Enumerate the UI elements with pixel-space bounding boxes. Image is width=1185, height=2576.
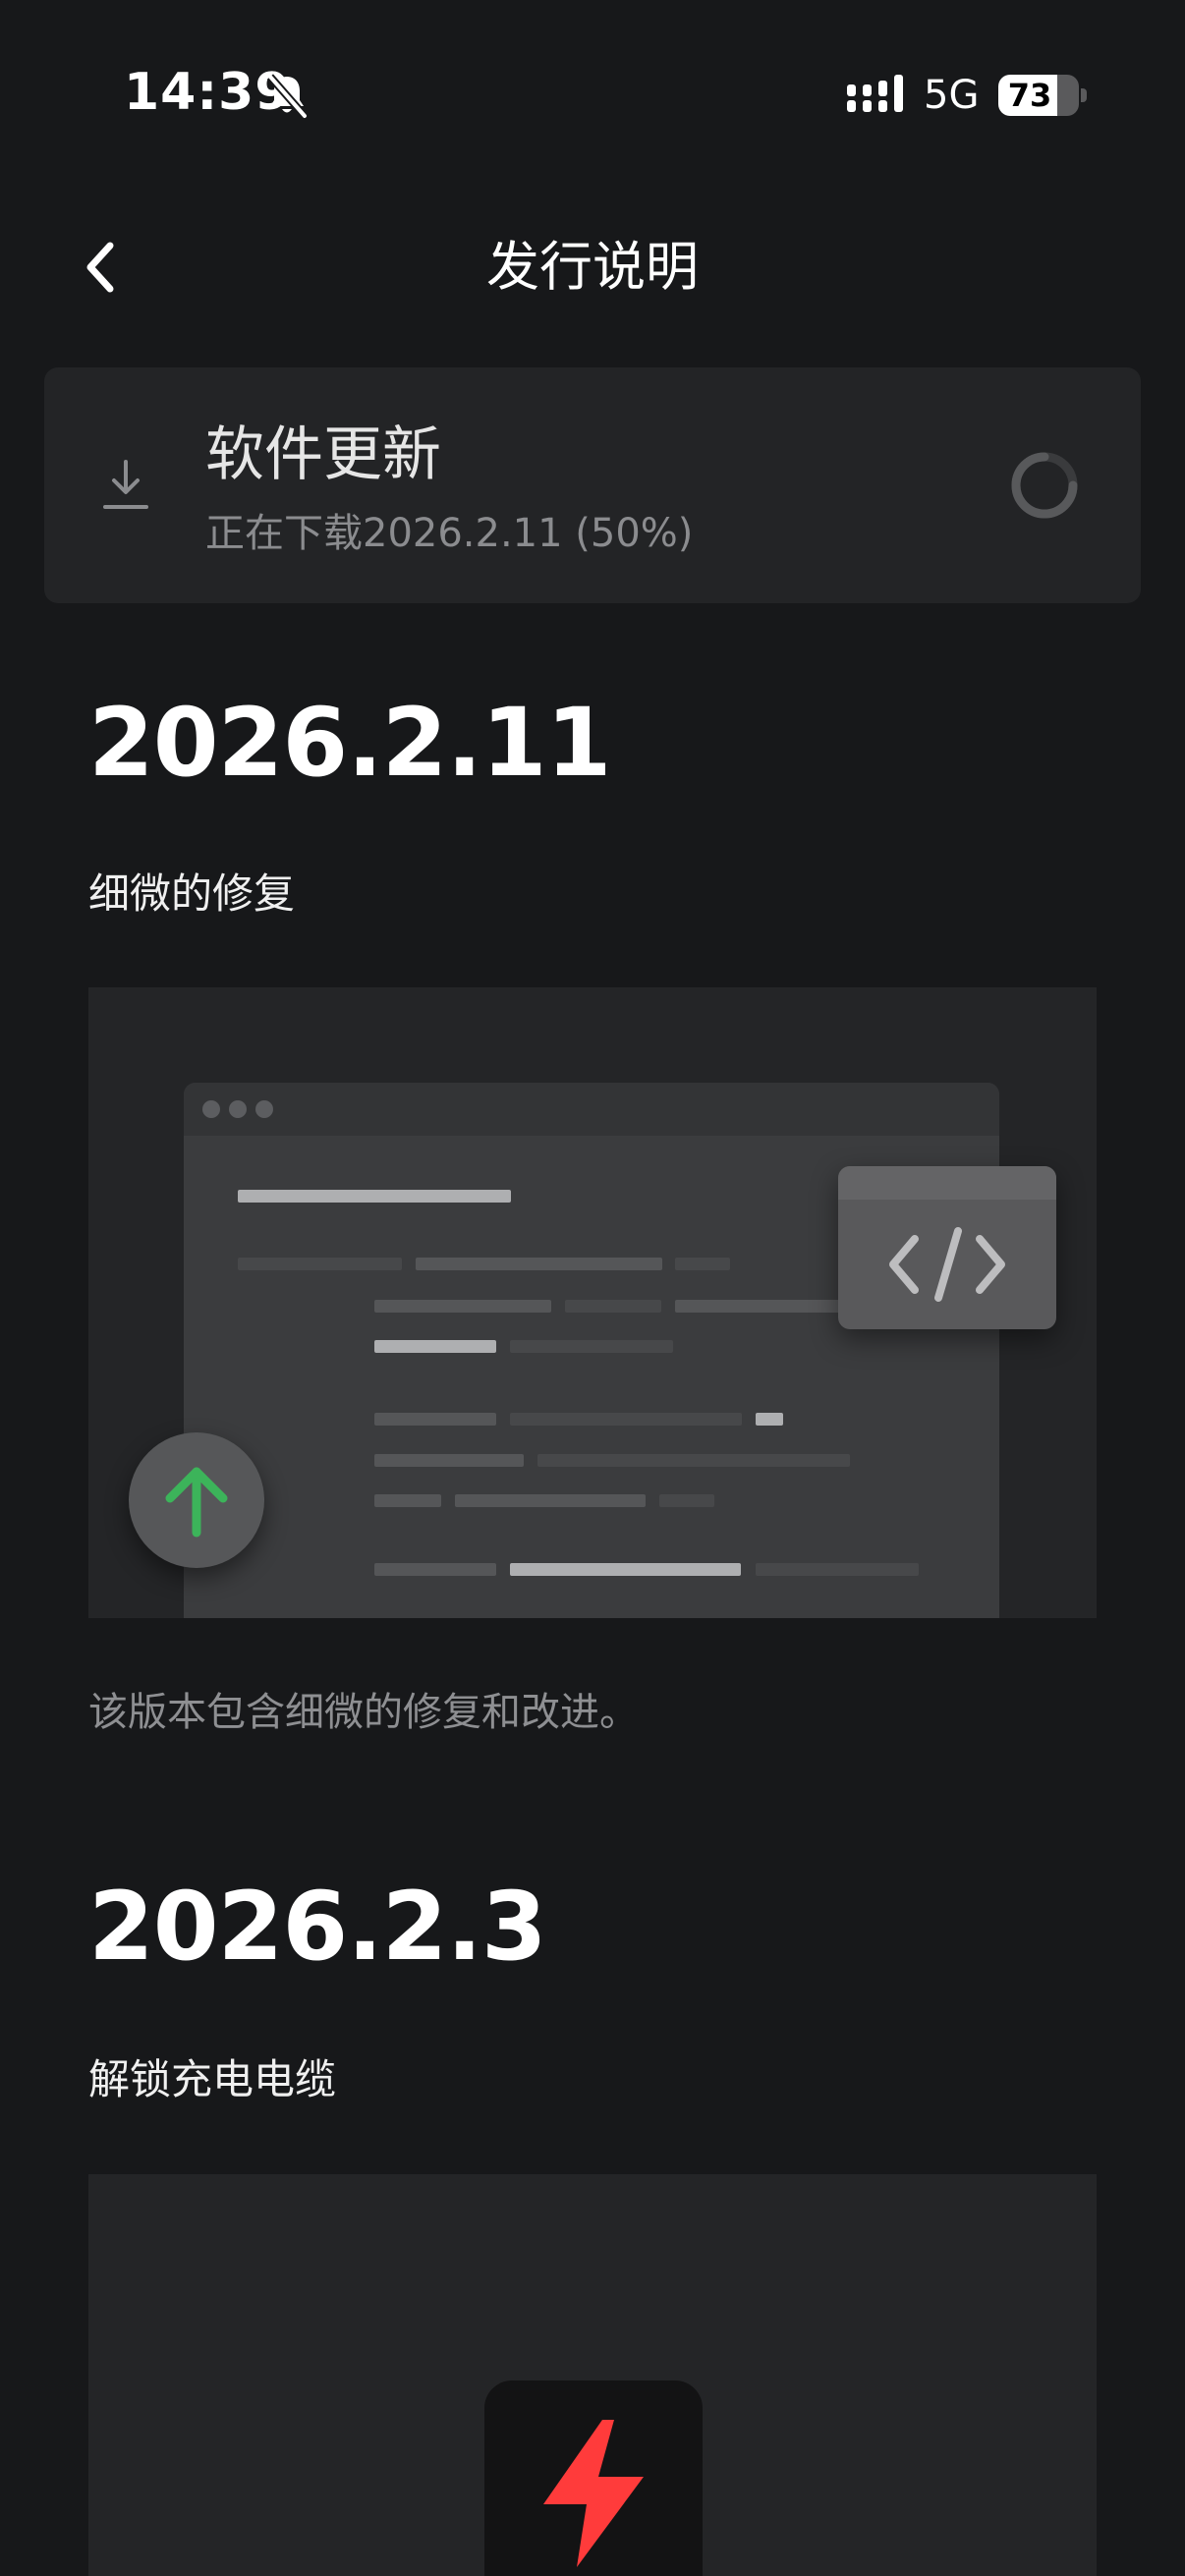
- placeholder-line: [374, 1454, 524, 1467]
- upload-arrow-icon: [165, 1467, 228, 1538]
- page-title: 发行说明: [486, 236, 699, 298]
- battery-indicator: 73: [998, 75, 1079, 116]
- placeholder-line: [756, 1413, 783, 1426]
- window-dot: [229, 1100, 247, 1118]
- upload-badge: [129, 1432, 264, 1568]
- loading-spinner-icon: [1011, 452, 1078, 519]
- window-dot: [255, 1100, 273, 1118]
- software-update-card[interactable]: 软件更新 正在下载2026.2.11 (50%): [44, 367, 1141, 603]
- placeholder-line: [416, 1258, 662, 1270]
- update-status: 正在下载2026.2.11 (50%): [205, 511, 694, 556]
- placeholder-line: [756, 1563, 919, 1576]
- network-type: 5G: [924, 73, 980, 118]
- window-titlebar: [184, 1083, 999, 1136]
- placeholder-line: [510, 1413, 742, 1426]
- release-illustration: [88, 987, 1097, 1618]
- release-subtitle: 解锁充电电缆: [88, 2055, 337, 2103]
- download-icon: [103, 460, 148, 509]
- charging-icon-tile: [484, 2380, 703, 2576]
- placeholder-line: [510, 1563, 741, 1576]
- lightning-bolt-icon: [543, 2420, 644, 2567]
- code-card-header: [838, 1166, 1056, 1200]
- cellular-signal-icon: [847, 75, 903, 112]
- placeholder-line: [510, 1340, 673, 1353]
- release-illustration: [88, 2174, 1097, 2576]
- release-version: 2026.2.3: [88, 1872, 547, 1982]
- placeholder-line: [238, 1190, 511, 1203]
- update-title: 软件更新: [205, 420, 441, 489]
- release-version: 2026.2.11: [88, 688, 612, 798]
- release-description: 该版本包含细微的修复和改进。: [88, 1690, 639, 1735]
- placeholder-line: [565, 1300, 661, 1313]
- placeholder-line: [537, 1454, 850, 1467]
- placeholder-line: [374, 1340, 496, 1353]
- code-icon: [889, 1227, 1005, 1302]
- bell-slash-icon: [266, 74, 309, 119]
- placeholder-line: [238, 1258, 402, 1270]
- placeholder-line: [374, 1413, 496, 1426]
- release-subtitle: 细微的修复: [88, 869, 296, 918]
- status-bar: 14:39 5G 73: [0, 0, 1185, 187]
- battery-cap: [1081, 88, 1087, 102]
- chevron-left-icon: [86, 242, 114, 293]
- placeholder-line: [455, 1494, 646, 1507]
- placeholder-line: [675, 1258, 730, 1270]
- placeholder-line: [374, 1563, 496, 1576]
- back-button[interactable]: [69, 232, 132, 303]
- code-card: [838, 1166, 1056, 1329]
- window-mockup: [184, 1083, 999, 1618]
- placeholder-line: [374, 1300, 551, 1313]
- window-dot: [202, 1100, 220, 1118]
- battery-level: 73: [1007, 77, 1052, 114]
- placeholder-line: [374, 1494, 441, 1507]
- placeholder-line: [659, 1494, 714, 1507]
